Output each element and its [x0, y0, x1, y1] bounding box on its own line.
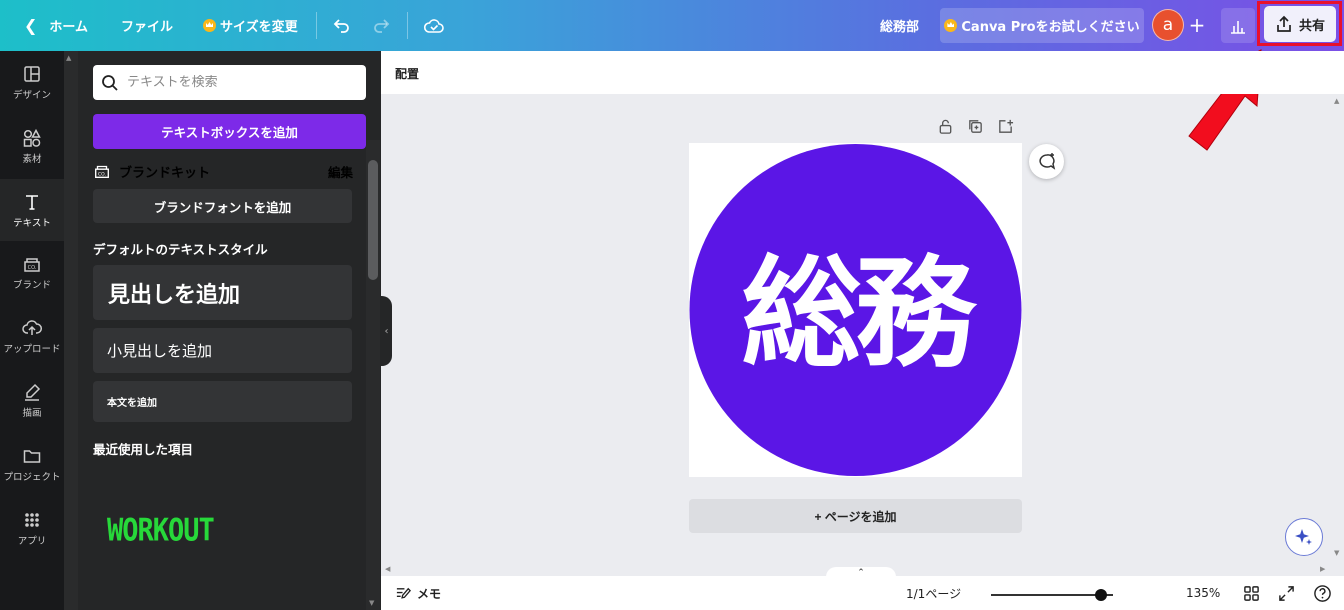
rail-item-upload[interactable]: アップロード [0, 305, 64, 367]
add-member-button[interactable]: + [1184, 9, 1210, 41]
rail-item-projects[interactable]: プロジェクト [0, 433, 64, 495]
add-brand-font-button[interactable]: ブランドフォントを追加 [93, 189, 352, 223]
add-page-icon[interactable] [997, 118, 1014, 135]
rail-item-draw[interactable]: 描画 [0, 369, 64, 431]
search-icon [102, 74, 118, 91]
share-upload-icon [1277, 15, 1291, 32]
brand-icon: CO. [24, 257, 40, 272]
canvas-vertical-scrollbar[interactable] [1330, 94, 1344, 564]
help-icon [1314, 584, 1331, 602]
left-rail: デザイン 素材 テキスト CO. ブランド アップロード 描画 プロジェクト ア… [0, 51, 64, 610]
elements-icon [23, 128, 41, 147]
upload-icon [22, 319, 42, 335]
scroll-down-arrow[interactable]: ▼ [1334, 549, 1339, 557]
comment-plus-icon [1038, 152, 1055, 170]
expand-icon [1279, 585, 1294, 601]
add-page-button[interactable]: + ページを追加 [689, 499, 1022, 533]
text-search-box[interactable] [93, 65, 366, 100]
scroll-up-arrow[interactable]: ▲ [1334, 97, 1339, 105]
svg-text:CO.: CO. [28, 265, 37, 271]
page-tools [937, 118, 1014, 135]
grid-view-button[interactable] [1243, 576, 1260, 610]
apps-icon [25, 512, 39, 527]
collapse-panel-handle[interactable]: ‹ [381, 296, 392, 366]
panel-scrollbar-left[interactable] [64, 51, 78, 610]
grid-view-icon [1244, 585, 1259, 601]
notes-button[interactable]: メモ [395, 576, 441, 610]
zoom-slider-knob[interactable] [1094, 589, 1107, 601]
recent-item-workout[interactable]: WORKOUT [107, 513, 215, 549]
search-input[interactable] [127, 75, 347, 90]
notes-icon [396, 587, 412, 599]
panel-scrollbar-thumb[interactable] [368, 160, 378, 280]
team-name[interactable]: 総務部 [880, 0, 919, 51]
context-toolbar: 配置 [381, 51, 1344, 94]
divider [316, 12, 317, 39]
layout-icon [24, 65, 40, 82]
insights-button[interactable] [1221, 8, 1255, 43]
scroll-left-arrow[interactable]: ◀ [385, 565, 390, 573]
chevron-left-icon: ‹ [384, 325, 389, 337]
bottom-bar: メモ 1/1ページ 135% [381, 576, 1344, 610]
resize-button[interactable]: サイズを変更 [203, 0, 298, 51]
svg-text:CO.: CO. [98, 172, 106, 178]
design-text[interactable]: 総務 [742, 245, 984, 384]
position-button[interactable]: 配置 [395, 65, 419, 82]
crown-icon [944, 19, 958, 32]
scroll-up-arrow[interactable]: ▲ [66, 54, 71, 62]
brand-kit-label: ブランドキット [119, 165, 211, 181]
add-heading-button[interactable]: 見出しを追加 [93, 265, 352, 320]
design-graphic[interactable]: 総務 [689, 143, 1022, 477]
top-bar: ❮ ホーム ファイル サイズを変更 総務部 Canva Proをお試しください … [0, 0, 1344, 51]
rail-item-text[interactable]: テキスト [0, 179, 64, 241]
magic-assistant-button[interactable] [1285, 518, 1323, 556]
brand-kit-edit-link[interactable]: 編集 [328, 162, 353, 181]
cloud-check-icon [423, 18, 444, 33]
plus-icon: + [1188, 13, 1206, 37]
text-icon [26, 194, 38, 210]
crown-icon [203, 19, 216, 32]
pro-trial-button[interactable]: Canva Proをお試しください [940, 8, 1144, 43]
folder-icon [23, 449, 41, 463]
add-textbox-button[interactable]: テキストボックスを追加 [93, 114, 366, 149]
rail-item-elements[interactable]: 素材 [0, 115, 64, 177]
file-menu-button[interactable]: ファイル [121, 0, 173, 51]
draw-icon [25, 383, 41, 401]
sparkle-icon [1295, 529, 1312, 545]
default-styles-title: デフォルトのテキストスタイル [93, 242, 268, 257]
add-subheading-button[interactable]: 小見出しを追加 [93, 328, 352, 373]
add-body-text-button[interactable]: 本文を追加 [93, 381, 352, 422]
divider [407, 12, 408, 39]
undo-button[interactable] [331, 0, 351, 51]
home-button[interactable]: ❮ ホーム [24, 0, 88, 51]
page-count-button[interactable]: 1/1ページ [906, 576, 961, 610]
fullscreen-button[interactable] [1278, 576, 1295, 610]
home-label: ホーム [49, 20, 89, 35]
brand-kit-row: CO. ブランドキット 編集 [93, 160, 353, 182]
cloud-save-button[interactable] [423, 0, 445, 51]
rail-item-brand[interactable]: CO. ブランド [0, 241, 64, 303]
scroll-down-arrow[interactable]: ▼ [369, 599, 374, 607]
lock-icon[interactable] [937, 118, 954, 135]
design-page[interactable]: 総務 [689, 143, 1022, 477]
redo-icon [374, 18, 390, 33]
rail-item-apps[interactable]: アプリ [0, 497, 64, 559]
scroll-right-arrow[interactable]: ▶ [1320, 565, 1325, 573]
undo-icon [333, 18, 349, 33]
rail-item-design[interactable]: デザイン [0, 51, 64, 113]
add-comment-button[interactable] [1029, 144, 1064, 179]
share-button[interactable]: 共有 [1264, 6, 1336, 42]
recent-items-title: 最近使用した項目 [93, 442, 194, 457]
bar-chart-icon [1231, 20, 1245, 34]
redo-button[interactable] [372, 0, 392, 51]
avatar[interactable]: a [1152, 9, 1184, 41]
zoom-level-button[interactable]: 135% [1186, 576, 1220, 610]
chevron-left-icon: ❮ [24, 16, 38, 35]
help-button[interactable] [1313, 576, 1332, 610]
duplicate-icon[interactable] [967, 118, 984, 135]
brand-kit-icon: CO. [95, 165, 109, 178]
